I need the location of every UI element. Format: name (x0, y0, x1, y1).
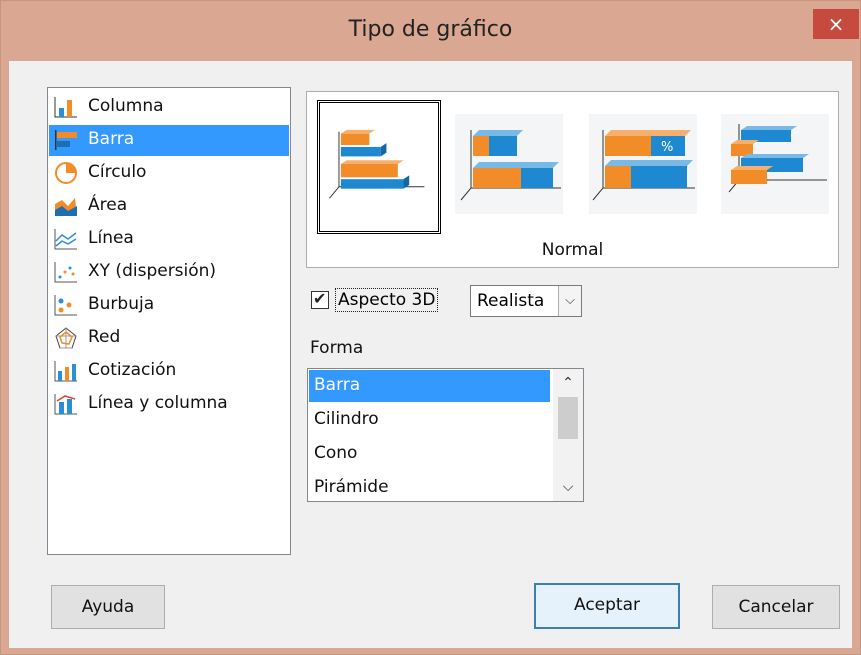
line-chart-icon (54, 229, 77, 250)
shape-item-cilindro[interactable]: Cilindro (309, 404, 550, 436)
line-column-chart-icon (54, 394, 77, 415)
chart-type-line[interactable]: Línea (49, 224, 289, 255)
title-bar[interactable]: Tipo de gráfico × (1, 1, 860, 61)
shape-item-barra[interactable]: Barra (309, 370, 550, 402)
chart-type-net[interactable]: Red (49, 323, 289, 354)
cancel-button[interactable]: Cancelar (712, 585, 840, 629)
scatter-chart-icon (54, 262, 77, 283)
chart-type-label: Cotización (88, 360, 177, 380)
area-chart-icon (55, 198, 77, 216)
scheme-value: Realista (477, 291, 545, 311)
chart-type-label: Burbuja (88, 294, 155, 314)
chart-type-label: Círculo (88, 162, 147, 182)
chart-type-label: Línea (88, 228, 134, 248)
variant-stacked[interactable] (449, 100, 567, 228)
checkmark-icon: ✔ (313, 289, 327, 308)
ok-button[interactable]: Aceptar (534, 583, 680, 629)
shape-scrollbar[interactable]: ⌃ ⌵ (553, 369, 583, 501)
chevron-down-icon[interactable]: ⌵ (558, 286, 581, 316)
bar-chart-icon (55, 130, 77, 150)
chart-type-list[interactable]: Columna Barra Círculo Área Línea XY (dis… (47, 87, 291, 555)
cancel-button-label: Cancelar (738, 597, 814, 617)
scroll-up-icon[interactable]: ⌃ (553, 369, 583, 397)
percent-badge: % (661, 140, 673, 155)
scroll-thumb[interactable] (558, 397, 578, 439)
variant-percent-stacked[interactable]: % (583, 100, 701, 228)
checkbox-box[interactable]: ✔ (311, 289, 329, 309)
shape-item-label: Cilindro (314, 409, 379, 429)
bar-3d-deep-icon (721, 114, 829, 214)
bar-3d-percent-stacked-icon: % (589, 114, 697, 214)
shape-list[interactable]: Barra Cilindro Cono Pirámide ⌃ ⌵ (307, 368, 584, 502)
shape-item-piramide[interactable]: Pirámide (309, 472, 550, 504)
aspect-3d-label: Aspecto 3D (335, 288, 439, 312)
scroll-down-icon[interactable]: ⌵ (553, 473, 583, 501)
stock-chart-icon (54, 361, 77, 382)
shape-heading: Forma (310, 338, 364, 358)
chart-type-label: Área (88, 195, 128, 215)
shape-item-label: Pirámide (314, 477, 389, 497)
chart-type-dialog: Tipo de gráfico × Columna Barra Círculo … (0, 0, 861, 655)
chart-type-bubble[interactable]: Burbuja (49, 290, 289, 321)
chart-type-label: Red (88, 327, 121, 347)
chart-type-pie[interactable]: Círculo (49, 158, 289, 189)
chart-type-scatter[interactable]: XY (dispersión) (49, 257, 289, 288)
variant-normal[interactable] (317, 100, 441, 234)
chart-type-column[interactable]: Columna (49, 92, 289, 123)
help-button[interactable]: Ayuda (51, 585, 165, 629)
chart-type-line-column[interactable]: Línea y columna (49, 389, 289, 420)
shape-item-label: Barra (314, 375, 361, 395)
variant-name-label: Normal (541, 240, 604, 260)
chart-type-area[interactable]: Área (49, 191, 289, 222)
chart-type-label: XY (dispersión) (88, 261, 217, 281)
bar-3d-normal-icon (329, 129, 425, 199)
help-button-label: Ayuda (81, 597, 135, 617)
shape-item-cono[interactable]: Cono (309, 438, 550, 470)
column-chart-icon (54, 97, 77, 118)
bubble-chart-icon (54, 295, 77, 316)
ok-button-label: Aceptar (574, 595, 640, 615)
chart-type-label: Línea y columna (88, 393, 228, 413)
chart-variant-gallery: % Normal (306, 91, 839, 268)
chart-type-bar[interactable]: Barra (49, 125, 289, 156)
shape-item-label: Cono (314, 443, 358, 463)
close-button[interactable]: × (813, 9, 859, 39)
bar-3d-stacked-icon (455, 114, 563, 214)
chart-type-label: Columna (88, 96, 164, 116)
dialog-body: Columna Barra Círculo Área Línea XY (dis… (9, 61, 852, 648)
close-icon: × (827, 12, 845, 36)
pie-chart-icon (55, 162, 77, 184)
chart-type-stock[interactable]: Cotización (49, 356, 289, 387)
variant-deep[interactable] (715, 100, 833, 228)
scheme-select[interactable]: Realista ⌵ (470, 285, 582, 317)
aspect-3d-checkbox[interactable]: ✔ Aspecto 3D (311, 288, 449, 316)
dialog-title: Tipo de gráfico (348, 17, 513, 42)
chart-type-label: Barra (88, 129, 135, 149)
net-chart-icon (55, 327, 77, 349)
